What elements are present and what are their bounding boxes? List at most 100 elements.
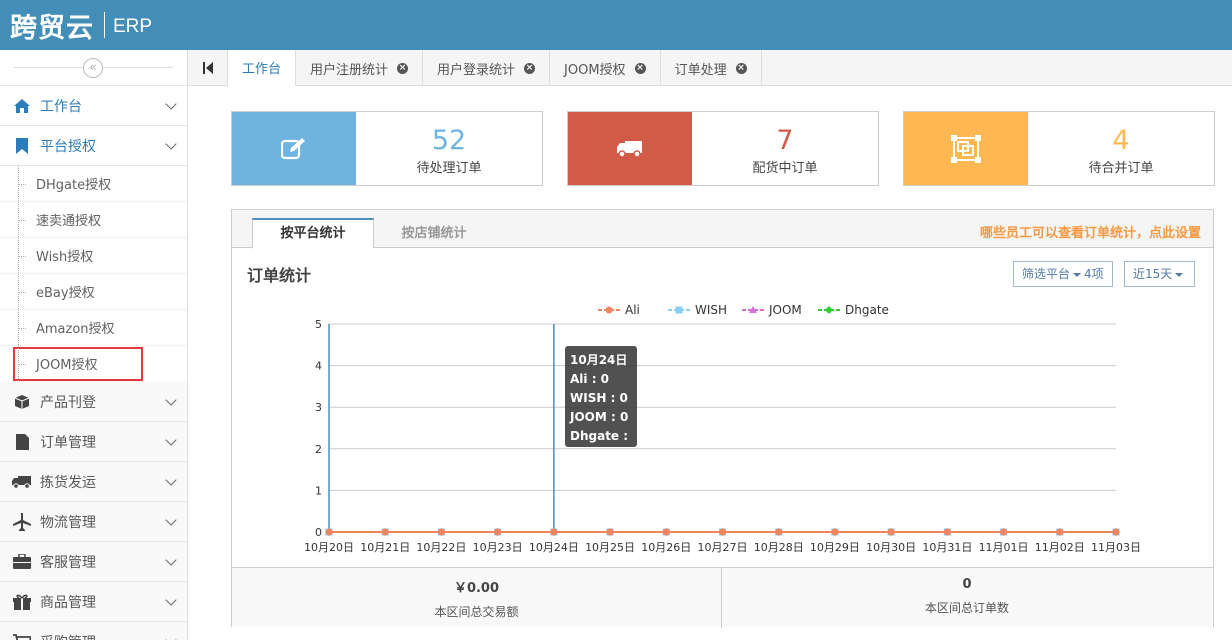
tab-order-processing[interactable]: 订单处理 × [661,50,762,86]
sidebar-item-label: 工作台 [40,98,82,115]
plane-icon [12,512,32,531]
order-stats-panel: 按平台统计 按店铺统计 哪些员工可以查看订单统计，点此设置 订单统计 筛选平台 4… [231,209,1214,628]
chevron-down-icon[interactable] [165,394,177,406]
logo: 跨贸云 [10,13,94,44]
y-tick-label: 5 [315,318,322,331]
x-tick-label: 10月26日 [641,541,691,554]
tab-user-registration[interactable]: 用户注册统计 × [296,50,424,86]
sidebar-subitem-dhgate[interactable]: DHgate授权 [0,166,187,202]
x-tick-label: 11月03日 [1091,541,1141,554]
footer-label: 本区间总交易额 [434,605,519,619]
tab-workbench[interactable]: 工作台 [228,50,297,87]
sidebar-item-logistics[interactable]: 物流管理 [0,502,187,542]
x-tick-label: 10月25日 [585,541,635,554]
x-tick-label: 10月31日 [922,541,972,554]
chevron-down-icon[interactable] [165,474,177,486]
tab-by-store[interactable]: 按店铺统计 [373,218,495,249]
sidebar-item-product-listing[interactable]: 产品刊登 [0,382,187,422]
sidebar-item-workbench[interactable]: 工作台 [0,86,187,126]
sidebar-subitem-wish[interactable]: Wish授权 [0,238,187,274]
logo-divider [104,12,105,38]
x-tick-label: 10月23日 [473,541,523,554]
date-range-button[interactable]: 近15天 [1124,261,1196,287]
x-tick-label: 10月30日 [866,541,916,554]
stat-label: 待合并订单 [1088,161,1154,176]
merge-icon [904,112,1028,185]
stat-value: 7 [776,125,794,156]
data-point [494,528,502,536]
sidebar-item-label: 客服管理 [40,554,96,571]
sidebar-subitem-aliexpress[interactable]: 速卖通授权 [0,202,187,238]
stat-label: 配货中订单 [752,161,818,176]
chart-tooltip: 10月24日 Ali : 0 WISH : 0 JOOM : 0 Dhgate … [565,346,637,462]
y-tick-label: 4 [315,360,322,373]
legend-label: Dhgate [845,303,889,317]
data-point [943,528,951,536]
filter-platform-button[interactable]: 筛选平台 4项 [1013,261,1113,287]
legend-label: JOOM [768,303,802,317]
legend-marker [675,306,683,314]
sidebar-item-label: 商品管理 [40,594,96,611]
stat-card-allocating[interactable]: 7 配货中订单 [567,111,879,186]
cube-icon [12,393,32,411]
legend-label: Ali [625,303,640,317]
step-backward-icon [202,62,213,74]
sidebar-item-goods-management[interactable]: 商品管理 [0,582,187,622]
tab-joom-auth[interactable]: JOOM授权 × [550,50,661,86]
chevron-down-icon[interactable] [165,634,177,640]
close-icon[interactable]: × [524,62,536,74]
data-point [719,528,726,536]
sidebar-subitem-joom[interactable]: JOOM授权 [12,346,144,382]
tooltip-title: 10月24日 [570,353,628,367]
close-icon[interactable]: × [397,62,409,74]
x-tick-label: 10月27日 [698,541,748,554]
chevron-down-icon[interactable] [165,594,177,606]
tooltip-line: JOOM : 0 [570,410,629,424]
collapse-sidebar-button[interactable]: « [83,58,103,78]
chevron-down-icon[interactable] [165,138,177,150]
sidebar-item-platform-auth[interactable]: 平台授权 [0,126,187,166]
cart-icon [12,633,32,640]
stat-card-pending[interactable]: 52 待处理订单 [231,111,543,186]
sidebar-subitem-amazon[interactable]: Amazon授权 [0,310,187,346]
x-tick-label: 11月02日 [1035,541,1085,554]
sidebar: « 工作台 平台授权 DHgate授权 速卖通授权 Wish授权 eBay授权 … [0,50,188,640]
x-tick-label: 10月20日 [304,541,354,554]
legend-marker [825,306,833,314]
settings-link[interactable]: 哪些员工可以查看订单统计，点此设置 [980,222,1201,241]
chevron-down-icon[interactable] [165,554,177,566]
order-chart[interactable]: Ali WISH JOOM Dhgate 0 1 2 3 4 5 10月20日 10月21日 10月22… [232,290,1213,560]
sidebar-item-order-management[interactable]: 订单管理 [0,422,187,462]
sidebar-item-label: 平台授权 [40,138,96,155]
legend-label: WISH [695,303,727,317]
sidebar-item-purchase-management[interactable]: 采购管理 [0,622,187,640]
data-point [831,528,839,536]
tab-user-login[interactable]: 用户登录统计 × [423,50,551,86]
tab-scroll-left-button[interactable] [188,50,228,86]
tab-by-platform[interactable]: 按平台统计 [252,218,374,249]
y-tick-label: 1 [315,484,322,497]
close-icon[interactable]: × [634,62,646,74]
close-icon[interactable]: × [735,62,747,74]
data-point [325,528,333,536]
tab-label: 工作台 [242,62,282,77]
panel-tabs: 按平台统计 按店铺统计 哪些员工可以查看订单统计，点此设置 [232,210,1213,249]
sidebar-item-pick-ship[interactable]: 拣货发运 [0,462,187,502]
sidebar-item-label: 物流管理 [40,514,96,531]
main-content: 52 待处理订单 7 配货中订单 4 待合并订单 按平台统计 按店铺统计 哪些员… [188,86,1232,640]
tab-label: 用户注册统计 [310,62,389,78]
footer-label: 本区间总订单数 [924,601,1009,615]
chevron-down-icon[interactable] [165,434,177,446]
chevron-down-icon[interactable] [165,514,177,526]
data-point [1056,528,1064,536]
home-icon [12,97,32,115]
stat-card-merge[interactable]: 4 待合并订单 [903,111,1215,186]
chevron-down-icon[interactable] [165,98,177,110]
sidebar-item-customer-service[interactable]: 客服管理 [0,542,187,582]
page-tabbar: 工作台 用户注册统计 × 用户登录统计 × JOOM授权 × 订单处理 × [188,50,1232,87]
tooltip-line: Ali : 0 [570,372,610,386]
sidebar-subitem-ebay[interactable]: eBay授权 [0,274,187,310]
data-point [1000,528,1008,536]
footer-total-orders: 0 本区间总订单数 [722,568,1212,628]
footer-value: ￥0.00 [453,581,500,596]
